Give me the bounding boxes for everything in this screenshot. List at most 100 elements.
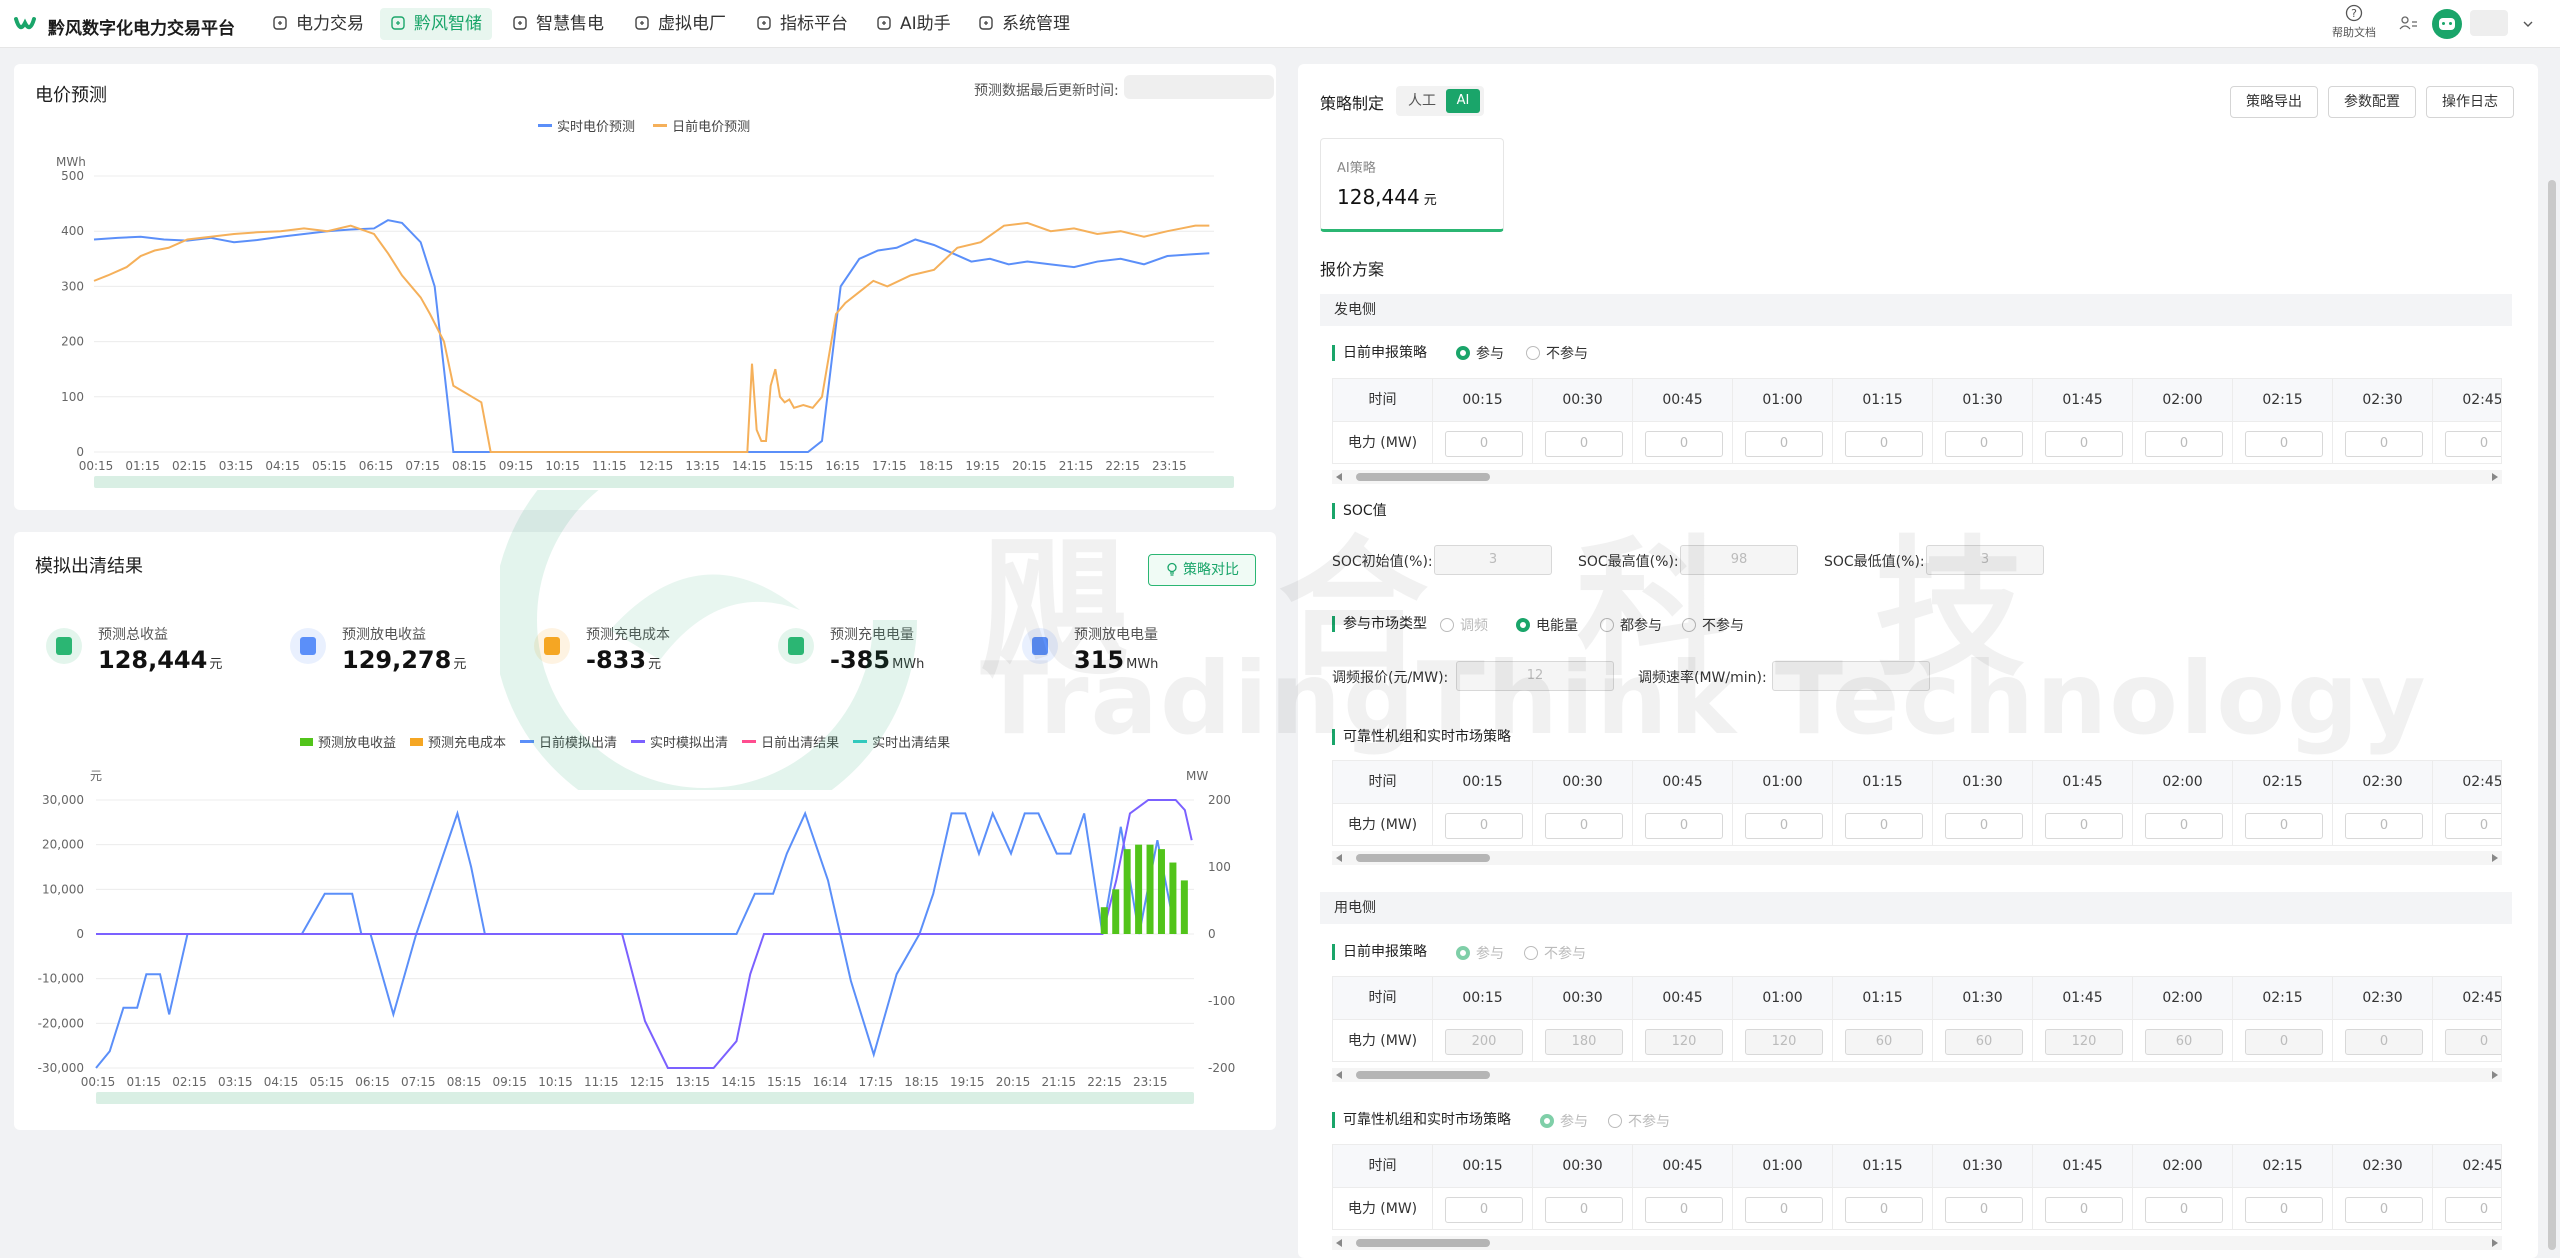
power-input[interactable]: 0 xyxy=(2445,813,2501,839)
power-input[interactable]: 0 xyxy=(1845,431,1923,457)
gen-table-scrollbar[interactable] xyxy=(1332,470,2502,484)
power-input[interactable]: 0 xyxy=(2045,813,2123,839)
power-input[interactable]: 0 xyxy=(1645,813,1723,839)
reg-rate-input[interactable] xyxy=(1772,661,1930,691)
power-input[interactable]: 0 xyxy=(1945,431,2023,457)
power-input[interactable]: 0 xyxy=(1845,813,1923,839)
power-input[interactable]: 120 xyxy=(2045,1029,2123,1055)
power-input[interactable]: 120 xyxy=(1645,1029,1723,1055)
x-tick-label: 11:15 xyxy=(592,459,627,473)
rel-table-scrollbar[interactable] xyxy=(1332,851,2502,865)
power-input[interactable]: 0 xyxy=(1745,813,1823,839)
gen-dayahead-join-radio[interactable]: 参与 xyxy=(1456,343,1504,363)
power-input[interactable]: 60 xyxy=(2145,1029,2223,1055)
time-col: 01:15 xyxy=(1833,1145,1933,1187)
power-input[interactable]: 0 xyxy=(2245,431,2323,457)
mode-ai[interactable]: AI xyxy=(1446,89,1480,113)
time-col: 02:30 xyxy=(2333,379,2433,421)
x-tick-label: 00:15 xyxy=(79,459,114,473)
power-input[interactable]: 0 xyxy=(1445,431,1523,457)
power-input[interactable]: 60 xyxy=(1945,1029,2023,1055)
power-input[interactable]: 0 xyxy=(1745,1197,1823,1223)
power-input[interactable]: 0 xyxy=(2045,431,2123,457)
avatar[interactable] xyxy=(2432,9,2462,39)
power-input[interactable]: 0 xyxy=(1545,431,1623,457)
page-scrollbar[interactable] xyxy=(2548,180,2556,1250)
power-input[interactable]: 0 xyxy=(2345,1197,2423,1223)
time-col: 01:30 xyxy=(1933,379,2033,421)
power-input[interactable]: 0 xyxy=(1645,431,1723,457)
reg-price-input[interactable]: 12 xyxy=(1456,661,1614,691)
power-input[interactable]: 0 xyxy=(2345,431,2423,457)
chevron-down-icon[interactable] xyxy=(2522,18,2534,30)
power-input[interactable]: 0 xyxy=(2445,1029,2501,1055)
power-input[interactable]: 0 xyxy=(2145,1197,2223,1223)
power-input[interactable]: 0 xyxy=(2445,431,2501,457)
ai-strategy-card[interactable]: AI策略 128,444 元 xyxy=(1320,138,1504,232)
power-input[interactable]: 0 xyxy=(2445,1197,2501,1223)
time-col: 02:30 xyxy=(2333,761,2433,803)
power-input[interactable]: 0 xyxy=(2145,813,2223,839)
y-tick-label: 500 xyxy=(61,169,84,183)
power-input[interactable]: 60 xyxy=(1845,1029,1923,1055)
power-input[interactable]: 0 xyxy=(1945,1197,2023,1223)
soc-max-input[interactable]: 98 xyxy=(1680,545,1798,575)
power-input[interactable]: 0 xyxy=(2245,1029,2323,1055)
power-input[interactable]: 200 xyxy=(1445,1029,1523,1055)
power-input[interactable]: 0 xyxy=(1445,1197,1523,1223)
param-config-button[interactable]: 参数配置 xyxy=(2328,86,2416,118)
power-input[interactable]: 0 xyxy=(2345,813,2423,839)
nav-item-system-admin[interactable]: 系统管理 xyxy=(968,8,1080,40)
power-input[interactable]: 0 xyxy=(2245,1197,2323,1223)
market-energy-radio[interactable]: 电能量 xyxy=(1516,615,1578,635)
market-none-radio[interactable]: 不参与 xyxy=(1682,615,1744,635)
userel-table-scrollbar[interactable] xyxy=(1332,1236,2502,1250)
power-input[interactable]: 0 xyxy=(1945,813,2023,839)
x-tick-label: 13:15 xyxy=(685,459,720,473)
market-regulation-radio[interactable]: 调频 xyxy=(1440,615,1488,635)
power-input[interactable]: 0 xyxy=(1745,431,1823,457)
bar-discharge-income xyxy=(1169,862,1177,934)
power-input[interactable]: 0 xyxy=(2245,813,2323,839)
soc-min-input[interactable]: 3 xyxy=(1926,545,2044,575)
use-reliable-nojoin-radio[interactable]: 不参与 xyxy=(1608,1111,1670,1131)
power-input[interactable]: 0 xyxy=(1545,1197,1623,1223)
mode-toggle[interactable]: 人工 AI xyxy=(1396,86,1484,116)
time-col: 01:30 xyxy=(1933,761,2033,803)
brand-title[interactable]: 黔风数字化电力交易平台 xyxy=(48,14,235,39)
market-both-radio[interactable]: 都参与 xyxy=(1600,615,1662,635)
use-dayahead-join-radio[interactable]: 参与 xyxy=(1456,943,1504,963)
nav-item-virtual-plant[interactable]: 虚拟电厂 xyxy=(624,8,736,40)
nav-item-ai-assistant[interactable]: AI助手 xyxy=(866,8,961,40)
nav-item-indicator-platform[interactable]: 指标平台 xyxy=(746,8,858,40)
reg-rate-label: 调频速率(MW/min): xyxy=(1638,670,1767,686)
clearing-chart[interactable]: 元 MW 30,000 20,000 10,000 0 -10,000 -20,000 -30,… xyxy=(14,532,1276,1130)
use-reliable-join-radio[interactable]: 参与 xyxy=(1540,1111,1588,1131)
help-docs-link[interactable]: ? 帮助文档 xyxy=(2332,4,2376,40)
time-col: 02:00 xyxy=(2133,761,2233,803)
power-input[interactable]: 0 xyxy=(2045,1197,2123,1223)
nav-item-power-trading[interactable]: 电力交易 xyxy=(262,8,374,40)
power-input[interactable]: 180 xyxy=(1545,1029,1623,1055)
power-input[interactable]: 0 xyxy=(1545,813,1623,839)
use-dayahead-nojoin-radio[interactable]: 不参与 xyxy=(1524,943,1586,963)
operation-log-button[interactable]: 操作日志 xyxy=(2426,86,2514,118)
x-tick-label: 21:15 xyxy=(1059,459,1094,473)
strategy-export-button[interactable]: 策略导出 xyxy=(2230,86,2318,118)
power-input[interactable]: 0 xyxy=(2345,1029,2423,1055)
nav-item-qianfeng-storage[interactable]: 黔风智储 xyxy=(380,8,492,40)
series-line-0 xyxy=(93,219,1210,453)
price-forecast-chart[interactable]: MWh 0 100 200 300 400 500 00:15 01:15 02:15 03:15 0… xyxy=(14,64,1276,510)
user-switch-icon[interactable] xyxy=(2398,14,2418,34)
time-col: 02:45 xyxy=(2433,977,2501,1019)
power-input[interactable]: 120 xyxy=(1745,1029,1823,1055)
use-table-scrollbar[interactable] xyxy=(1332,1068,2502,1082)
nav-item-smart-sales[interactable]: 智慧售电 xyxy=(502,8,614,40)
power-input[interactable]: 0 xyxy=(1845,1197,1923,1223)
mode-manual[interactable]: 人工 xyxy=(1402,86,1442,116)
power-input[interactable]: 0 xyxy=(1645,1197,1723,1223)
power-input[interactable]: 0 xyxy=(2145,431,2223,457)
soc-init-input[interactable]: 3 xyxy=(1434,545,1552,575)
power-input[interactable]: 0 xyxy=(1445,813,1523,839)
gen-dayahead-nojoin-radio[interactable]: 不参与 xyxy=(1526,343,1588,363)
